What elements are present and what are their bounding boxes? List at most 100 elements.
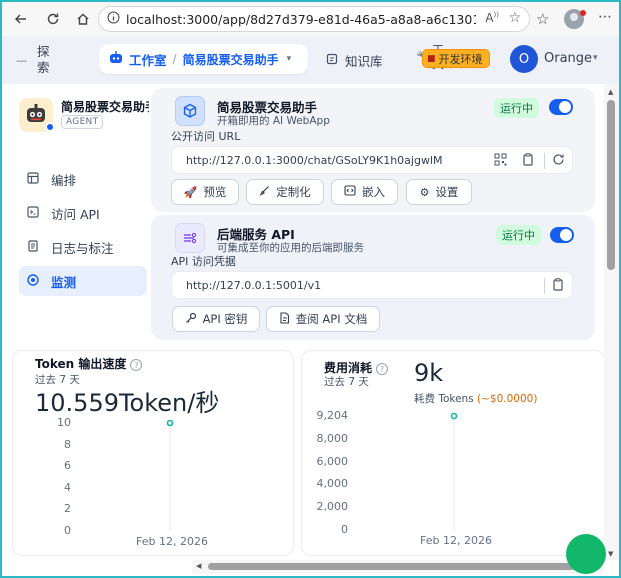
chat-bubble-icon[interactable] <box>566 534 606 574</box>
data-point[interactable] <box>166 419 174 427</box>
cube-icon <box>175 96 205 126</box>
customize-button[interactable]: 定制化 <box>246 179 324 205</box>
sidebar: 简易股票交易助手 AGENT 编排 访问 API 日志与标注 监测 <box>2 84 150 344</box>
nav-explore-label: 探索 <box>37 44 50 75</box>
vertical-scrollbar[interactable]: ▲ ▼ <box>604 84 619 560</box>
scroll-up-icon[interactable]: ▲ <box>608 88 613 96</box>
api-card: 后端服务 API 可集成至你的应用的后端即服务 运行中 API 访问凭据 htt… <box>151 215 595 340</box>
cost-chart: 9,204 8,000 6,000 4,000 2,000 0 Feb 12, 2026 <box>302 407 606 555</box>
chevron-down-icon[interactable]: ▾ <box>287 54 292 64</box>
nav-studio[interactable]: 工作室 / 简易股票交易助手 ▾ <box>99 44 308 74</box>
scroll-thumb[interactable] <box>208 563 576 570</box>
nav-studio-label: 工作室 <box>129 52 167 68</box>
info-icon[interactable] <box>107 11 120 27</box>
preview-button[interactable]: 🚀 预览 <box>171 179 239 205</box>
favorites-icon[interactable]: ☆ <box>536 10 549 28</box>
x-tick-label: Feb 12, 2026 <box>420 534 492 547</box>
status-badge: 运行中 <box>496 225 541 245</box>
data-point[interactable] <box>450 412 458 420</box>
help-icon[interactable]: ? <box>130 359 143 371</box>
scroll-thumb[interactable] <box>607 100 615 270</box>
status-badge: 运行中 <box>494 98 539 118</box>
dev-env-label: 开发环境 <box>438 52 483 66</box>
nav-knowledge-label: 知识库 <box>345 54 383 69</box>
robot-icon <box>109 50 123 68</box>
embed-icon <box>344 185 356 199</box>
scroll-left-icon[interactable]: ◀ <box>196 562 201 570</box>
chart-plot <box>166 419 174 531</box>
app-selector[interactable]: 简易股票交易助手 <box>183 51 279 68</box>
embed-button-label: 嵌入 <box>362 185 385 199</box>
api-docs-button-label: 查阅 API 文档 <box>295 312 368 326</box>
home-icon[interactable] <box>70 6 96 32</box>
public-url-box: http://127.0.0.1:3000/chat/GSoLY9K1h0ajg… <box>171 146 573 174</box>
sidebar-item-label: 日志与标注 <box>51 240 114 256</box>
customize-button-label: 定制化 <box>276 185 311 199</box>
app-avatar-icon <box>19 98 55 132</box>
tokens-label: 耗费 Tokens <box>414 393 474 405</box>
document-icon <box>27 239 47 255</box>
regenerate-icon[interactable] <box>552 153 565 169</box>
public-url-text[interactable]: http://127.0.0.1:3000/chat/GSoLY9K1h0ajg… <box>186 154 443 167</box>
read-aloud-icon[interactable]: A)) <box>485 11 499 25</box>
gear-icon: ⚙ <box>419 185 430 199</box>
horizontal-scrollbar[interactable]: ◀ ▶ <box>192 560 604 574</box>
panel-title-text: 费用消耗 <box>324 361 373 375</box>
divider <box>544 278 545 294</box>
api-subtitle: 可集成至你的应用的后端即服务 <box>217 242 364 254</box>
user-name[interactable]: Orange <box>544 51 592 66</box>
settings-button[interactable]: ⚙ 设置 <box>406 179 472 205</box>
doc-icon <box>279 311 290 327</box>
nav-knowledge[interactable]: 知识库 <box>326 51 383 70</box>
scroll-down-icon[interactable]: ▼ <box>608 550 613 558</box>
sidebar-item-api[interactable]: 访问 API <box>19 198 147 228</box>
more-icon[interactable]: ⋯ <box>598 9 612 25</box>
qrcode-icon[interactable] <box>494 153 507 169</box>
chart-plot <box>450 412 458 530</box>
token-speed-chart: 10 8 6 4 2 0 Feb 12, 2026 <box>13 411 295 555</box>
back-icon[interactable] <box>8 6 34 32</box>
public-url-label: 公开访问 URL <box>171 130 241 143</box>
orchestrate-icon <box>27 171 47 187</box>
brush-icon <box>259 185 270 199</box>
refresh-icon[interactable] <box>40 6 66 32</box>
cost-value: 9k <box>414 359 444 387</box>
sidebar-item-orchestrate[interactable]: 编排 <box>19 164 147 194</box>
sidebar-item-monitor[interactable]: 监测 <box>19 266 147 296</box>
api-docs-button[interactable]: 查阅 API 文档 <box>266 306 380 332</box>
browser-toolbar: localhost:3000/app/8d27d379-e81d-46a5-a8… <box>2 2 619 36</box>
webapp-toggle[interactable] <box>549 99 573 115</box>
token-speed-panel: Token 输出速度? 过去 7 天 10.559Token/秒 10 8 6 4 2 0… <box>12 350 294 556</box>
api-icon <box>175 223 205 253</box>
embed-button[interactable]: 嵌入 <box>331 179 398 205</box>
api-key-button[interactable]: API 密钥 <box>172 306 260 332</box>
copy-icon[interactable] <box>522 153 534 169</box>
webapp-subtitle: 开箱即用的 AI WebApp <box>217 115 330 127</box>
sidebar-app-name: 简易股票交易助手 <box>61 100 149 114</box>
star-icon[interactable]: ☆ <box>508 10 521 26</box>
webapp-card: 简易股票交易助手 开箱即用的 AI WebApp 运行中 公开访问 URL ht… <box>151 88 595 212</box>
breadcrumb-separator: / <box>172 52 177 66</box>
app-header: — 探索 工作室 / 简易股票交易助手 ▾ 知识库 🔧 工具 ■ 开发环境 O … <box>2 36 619 84</box>
key-icon <box>185 312 197 327</box>
rocket-icon: 🚀 <box>183 185 198 199</box>
address-bar[interactable]: localhost:3000/app/8d27d379-e81d-46a5-a8… <box>98 6 530 32</box>
user-avatar[interactable]: O <box>510 45 538 73</box>
code-icon: ■ <box>427 53 436 64</box>
settings-button-label: 设置 <box>435 185 459 199</box>
sidebar-item-logs[interactable]: 日志与标注 <box>19 232 147 262</box>
cost-tokens-line: 耗费 Tokens (~$0.0000) <box>414 391 537 406</box>
chevron-down-icon[interactable]: ▾ <box>593 53 598 63</box>
agent-badge-dot <box>45 122 55 132</box>
notification-dot <box>580 10 586 16</box>
cost-panel: 费用消耗? 过去 7 天 9k 耗费 Tokens (~$0.0000) 9,2… <box>301 350 605 556</box>
help-icon[interactable]: ? <box>376 363 389 375</box>
book-icon <box>326 53 338 68</box>
url-text[interactable]: localhost:3000/app/8d27d379-e81d-46a5-a8… <box>126 12 476 27</box>
api-url-text[interactable]: http://127.0.0.1:5001/v1 <box>186 279 321 292</box>
api-credentials-label: API 访问凭据 <box>171 255 236 268</box>
api-toggle[interactable] <box>550 227 574 243</box>
nav-explore[interactable]: — 探索 <box>16 44 53 76</box>
api-url-box: http://127.0.0.1:5001/v1 <box>171 271 573 299</box>
copy-icon[interactable] <box>552 278 564 294</box>
